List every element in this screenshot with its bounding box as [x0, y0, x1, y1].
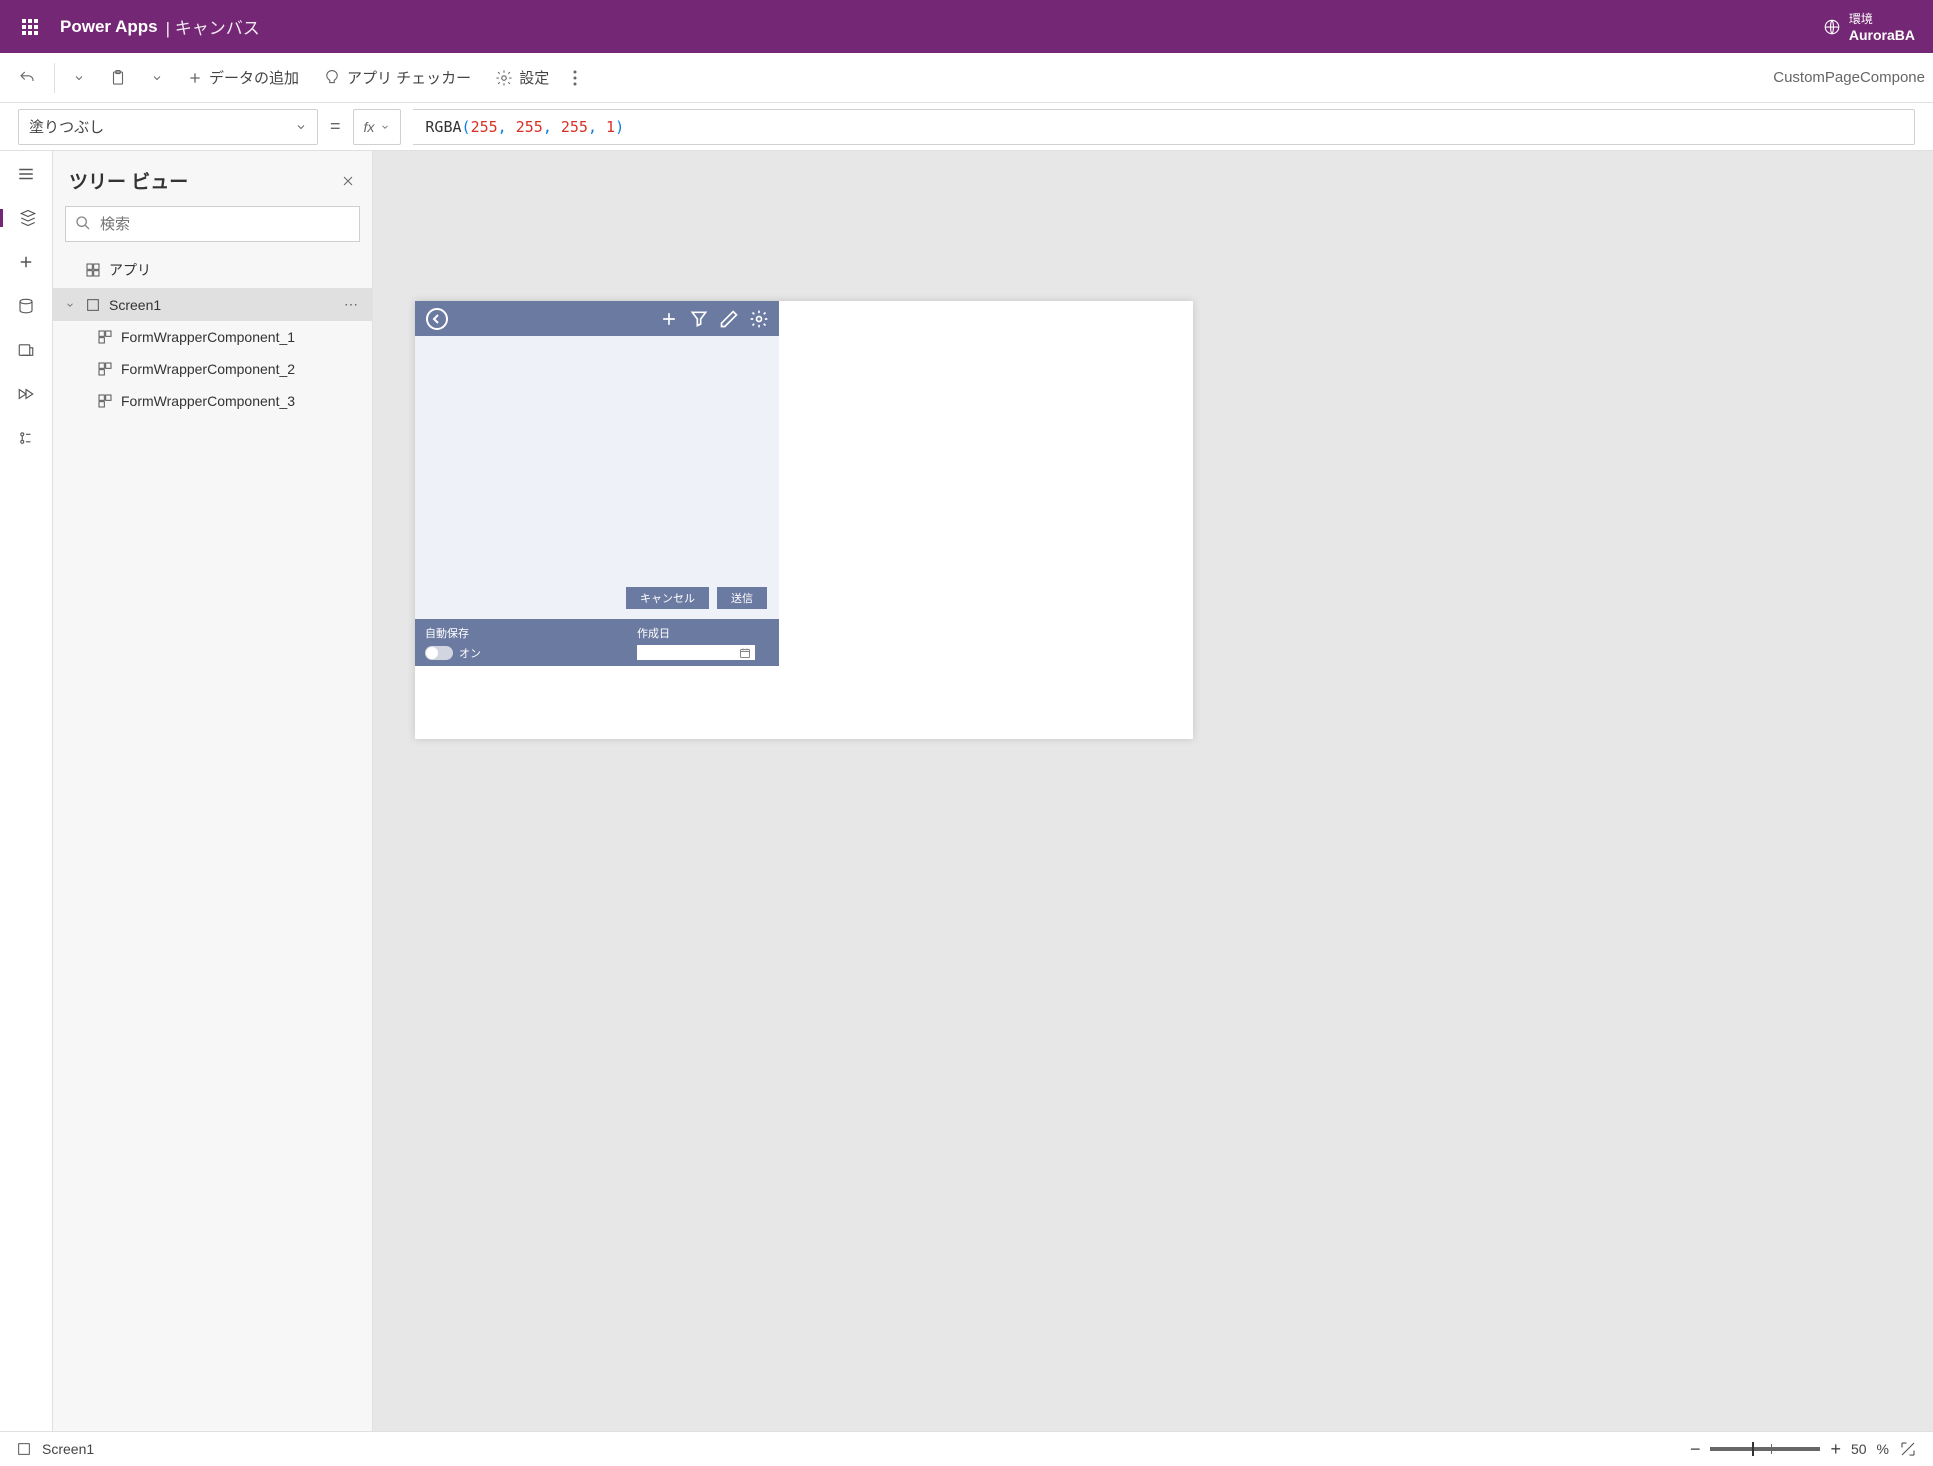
- tree-panel: ツリー ビュー アプリ Screen1 ⋯: [53, 151, 373, 1431]
- app-header: Power Apps | キャンバス 環境 AuroraBA: [0, 0, 1933, 53]
- close-icon: [340, 173, 356, 189]
- environment-picker[interactable]: 環境 AuroraBA: [1823, 10, 1915, 43]
- command-toolbar: データの追加 アプリ チェッカー 設定 CustomPageCompone: [0, 53, 1933, 103]
- tree-child-label: FormWrapperComponent_1: [121, 329, 295, 345]
- hamburger-icon[interactable]: [0, 165, 52, 183]
- date-input[interactable]: [637, 645, 755, 660]
- tree-title: ツリー ビュー: [69, 167, 188, 194]
- tree-node-app[interactable]: アプリ: [53, 252, 372, 288]
- settings-label: 設定: [519, 67, 549, 88]
- tree-screen-label: Screen1: [109, 297, 161, 313]
- waffle-icon[interactable]: [10, 19, 50, 35]
- app-subtitle: | キャンバス: [166, 14, 260, 39]
- chevron-down-icon: [380, 122, 390, 132]
- canvas-screen[interactable]: キャンセル 送信 自動保存 オン 作成日: [415, 301, 1193, 739]
- tree-node-screen1[interactable]: Screen1 ⋯: [53, 288, 372, 321]
- screen-icon: [16, 1441, 32, 1457]
- add-data-button[interactable]: データの追加: [177, 61, 309, 94]
- cancel-button[interactable]: キャンセル: [626, 587, 709, 609]
- insert-icon[interactable]: [0, 253, 52, 271]
- fit-to-window-button[interactable]: [1899, 1440, 1917, 1458]
- tree-node-component-1[interactable]: FormWrapperComponent_1: [53, 321, 372, 353]
- undo-dropdown[interactable]: [63, 66, 95, 90]
- search-icon: [75, 215, 91, 231]
- component-icon: [97, 361, 113, 377]
- tree-node-component-2[interactable]: FormWrapperComponent_2: [53, 353, 372, 385]
- tree-app-label: アプリ: [109, 260, 151, 280]
- status-bar: Screen1 − + 50 %: [0, 1431, 1933, 1466]
- app-checker-button[interactable]: アプリ チェッカー: [313, 61, 481, 94]
- zoom-slider[interactable]: [1710, 1447, 1820, 1451]
- component-icon: [97, 393, 113, 409]
- page-name-label: CustomPageCompone: [1773, 69, 1925, 86]
- property-selector[interactable]: 塗りつぶし: [18, 109, 318, 145]
- tree-node-more[interactable]: ⋯: [344, 296, 360, 313]
- left-rail: [0, 151, 53, 1431]
- filter-icon[interactable]: [689, 309, 709, 329]
- form-body: [415, 336, 779, 584]
- plus-icon[interactable]: [659, 309, 679, 329]
- edit-icon[interactable]: [719, 309, 739, 329]
- equals-sign: =: [330, 116, 341, 137]
- media-icon[interactable]: [0, 341, 52, 359]
- globe-icon: [1823, 18, 1841, 36]
- calendar-icon: [739, 647, 751, 659]
- tree-node-component-3[interactable]: FormWrapperComponent_3: [53, 385, 372, 417]
- tree-child-label: FormWrapperComponent_2: [121, 361, 295, 377]
- screen-icon: [85, 297, 101, 313]
- form-header: [415, 301, 779, 336]
- tree-view-icon[interactable]: [0, 209, 52, 227]
- property-value: 塗りつぶし: [29, 116, 104, 137]
- formula-input[interactable]: RGBA(255, 255, 255, 1): [413, 109, 1915, 145]
- app-title: Power Apps: [60, 17, 158, 37]
- environment-name: AuroraBA: [1849, 27, 1915, 43]
- app-icon: [85, 262, 101, 278]
- data-icon[interactable]: [0, 297, 52, 315]
- fx-button[interactable]: fx: [353, 109, 402, 145]
- close-panel-button[interactable]: [340, 173, 356, 189]
- zoom-out-button[interactable]: −: [1690, 1439, 1701, 1460]
- paste-dropdown[interactable]: [141, 66, 173, 90]
- formula-bar: 塗りつぶし = fx RGBA(255, 255, 255, 1): [0, 103, 1933, 151]
- app-checker-label: アプリ チェッカー: [347, 67, 471, 88]
- autosave-label: 自動保存: [425, 625, 597, 641]
- settings-button[interactable]: 設定: [485, 61, 559, 94]
- tree-search-input[interactable]: [65, 206, 360, 242]
- form-footer: 自動保存 オン 作成日: [415, 619, 779, 666]
- zoom-in-button[interactable]: +: [1830, 1439, 1841, 1460]
- power-automate-icon[interactable]: [0, 385, 52, 403]
- undo-button[interactable]: [8, 63, 46, 93]
- component-icon: [97, 329, 113, 345]
- variables-icon[interactable]: [0, 429, 52, 447]
- submit-button[interactable]: 送信: [717, 587, 767, 609]
- back-circle-icon[interactable]: [425, 307, 449, 331]
- autosave-toggle[interactable]: [425, 646, 453, 660]
- environment-label: 環境: [1849, 10, 1915, 27]
- zoom-value: 50: [1851, 1441, 1867, 1457]
- add-data-label: データの追加: [209, 67, 299, 88]
- chevron-down-icon[interactable]: [65, 300, 77, 310]
- created-date-label: 作成日: [637, 625, 755, 641]
- paste-button[interactable]: [99, 63, 137, 93]
- tree-child-label: FormWrapperComponent_3: [121, 393, 295, 409]
- zoom-pct: %: [1877, 1441, 1889, 1457]
- gear-icon[interactable]: [749, 309, 769, 329]
- toggle-on-label: オン: [459, 645, 481, 661]
- chevron-down-icon: [295, 121, 307, 133]
- more-button[interactable]: [563, 64, 587, 92]
- formula-fn: RGBA: [425, 118, 461, 136]
- canvas-area[interactable]: キャンセル 送信 自動保存 オン 作成日: [373, 151, 1933, 1431]
- status-screen-label: Screen1: [42, 1441, 94, 1457]
